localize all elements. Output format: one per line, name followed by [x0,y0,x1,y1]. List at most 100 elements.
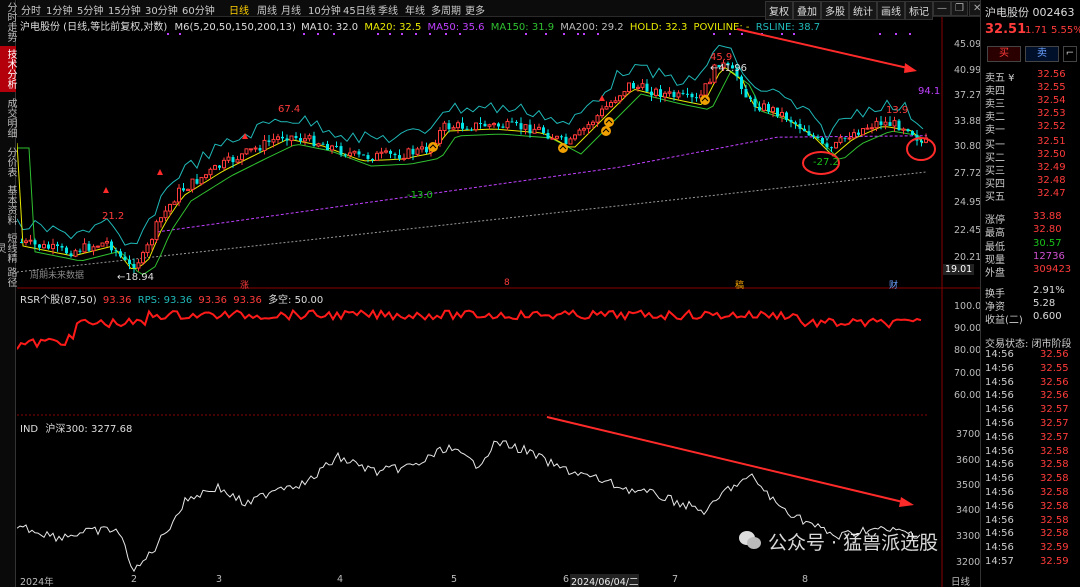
period-tab-more[interactable]: 更多 [465,2,485,17]
period-tab[interactable]: 分时 [21,2,41,17]
event-marker[interactable]: 财 [889,278,898,291]
candle-body [771,107,775,113]
magenta-dots [167,33,911,35]
period-tab[interactable]: 年线 [405,2,425,17]
period-tab[interactable]: 1分钟 [46,2,72,17]
ma50-line [156,135,928,233]
candle-body [505,121,510,129]
sell-button[interactable]: 卖 [1025,46,1059,62]
nav-profile[interactable]: 基本资料 [0,182,16,228]
period-tab[interactable]: 10分钟 [308,2,341,17]
tick-row: 14:56 32.56 [985,390,1080,404]
tick-time: 14:56 [985,500,1014,512]
candle-body [870,127,874,130]
signal-dot [415,33,417,35]
price-axis-label: 27.72 [954,168,982,179]
rps-value: RPS: 93.36 [137,295,193,306]
nav-intraday[interactable]: 分时走势 [0,2,16,42]
order-book-row: 卖二 32.53 [985,108,1080,123]
period-tab[interactable]: 多周期 [431,2,461,17]
order-book-row: 买四 32.48 [985,175,1080,190]
date-axis-label: 7 [672,574,679,585]
period-tab-daily[interactable]: 日线 [229,2,249,17]
candle-body [532,128,537,134]
candle-body [758,106,761,111]
period-tab[interactable]: 30分钟 [145,2,178,17]
candle-body [276,136,280,140]
event-marker[interactable]: 稿 [735,278,744,291]
trend-arrow-icon [546,416,914,507]
candle-body [91,246,96,252]
signal-dot [597,33,599,35]
candle-body [812,135,815,137]
candle-body [262,139,267,151]
signal-dot [741,33,743,35]
nav-path[interactable]: 路径 [0,266,16,288]
buy-button[interactable]: 买 [987,46,1021,62]
ma200-line [17,171,928,273]
annotation-low: -13.0 [407,190,433,201]
candle-body [821,137,824,144]
annotation-high: 45.9 [710,52,733,63]
candle-body [65,247,68,254]
nav-price-table[interactable]: 分价表 [0,144,16,180]
nav-short[interactable]: 短线精灵 [0,230,16,266]
candle-body [199,177,204,185]
tick-time: 14:56 [985,487,1014,498]
quote-info-row: 最高 32.80 [985,224,1080,239]
signal-dot [317,33,319,35]
hold-icon [604,117,614,127]
period-tab[interactable]: 5分钟 [77,2,103,17]
restore-icon[interactable]: ❐ [951,1,968,16]
tick-price: 32.56 [1040,376,1069,388]
candle-body [312,135,316,147]
period-tab[interactable]: 45日线 [343,2,376,17]
period-tab[interactable]: 季线 [378,2,398,17]
candle-body [703,83,708,96]
period-tab[interactable]: 月线 [281,2,301,17]
period-tab[interactable]: 周线 [257,2,277,17]
order-price[interactable]: 32.51 [1037,136,1066,147]
triangle-up-icon [157,169,163,175]
tick-price: 32.58 [1040,459,1069,471]
order-price[interactable]: 32.49 [1037,162,1066,173]
event-marker[interactable]: 涨 [240,278,249,291]
nav-trades[interactable]: 成交明细 [0,96,16,140]
nav-technical[interactable]: 技术分析 [0,46,16,92]
candle-body [406,148,411,159]
signal-dot [303,33,305,35]
candle-body [136,262,141,269]
tick-price: 32.58 [1040,473,1069,485]
candle-body [425,146,428,153]
order-price[interactable]: 32.53 [1037,108,1066,119]
price-axis-current: 19.01 [943,264,975,275]
minimize-icon[interactable]: — [933,1,951,16]
candle-body [289,135,294,142]
candle-body [740,76,743,89]
order-price[interactable]: 32.50 [1037,149,1066,160]
event-marker[interactable]: 8 [504,278,510,288]
period-tab[interactable]: 60分钟 [182,2,215,17]
candle-body [767,103,770,112]
order-price[interactable]: 32.56 [1037,69,1066,80]
order-price[interactable]: 32.52 [1037,121,1066,132]
wechat-icon [739,531,761,549]
order-book-row: 卖五 ¥32.56 [985,69,1080,84]
candle-body [542,127,545,133]
candle-body [861,128,865,136]
annotation-high: 67.4 [278,104,301,115]
order-price[interactable]: 32.54 [1037,95,1066,106]
order-book-row: 买五 32.47 [985,188,1080,203]
expand-button[interactable]: ⌐ [1063,46,1077,62]
candle-body [609,101,613,108]
order-price[interactable]: 32.55 [1037,82,1066,93]
candle-body [632,82,635,89]
candle-body [636,86,640,89]
candle-body [762,103,766,111]
period-tab[interactable]: 15分钟 [108,2,141,17]
candle-body [888,122,892,126]
order-price[interactable]: 32.47 [1037,188,1066,199]
triangle-up-icon [103,187,109,193]
order-price[interactable]: 32.48 [1037,175,1066,186]
candle-body [105,240,109,244]
